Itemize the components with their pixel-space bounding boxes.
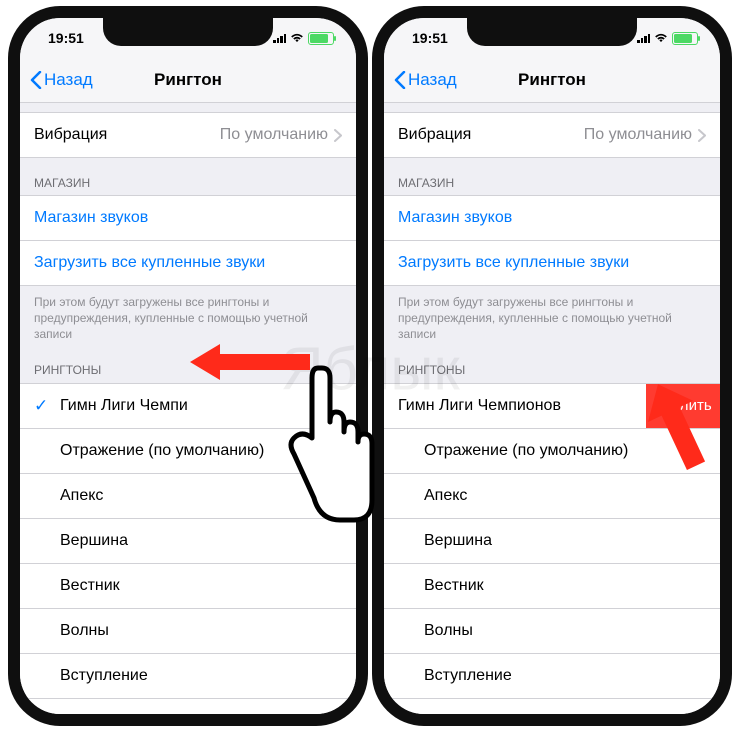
store-footer: При этом будут загружены все рингтоны и … <box>20 286 356 345</box>
ringtone-item[interactable]: Вестник <box>384 564 720 609</box>
nav-bar: Назад Рингтон <box>384 58 720 103</box>
nav-title: Рингтон <box>518 70 586 90</box>
ringtone-item[interactable]: Волны <box>20 609 356 654</box>
phone-right: 19:51 Назад Рингтон Вибрация По умол <box>372 6 732 726</box>
battery-icon <box>308 32 334 45</box>
download-all-link[interactable]: Загрузить все купленные звуки <box>384 240 720 286</box>
status-time: 19:51 <box>412 30 448 46</box>
ringtone-item[interactable]: Вершина <box>384 519 720 564</box>
vibration-row[interactable]: Вибрация По умолчанию <box>20 112 356 158</box>
ringtone-item[interactable]: Апекс <box>384 474 720 519</box>
wifi-icon <box>654 33 668 43</box>
signal-icon <box>273 33 286 43</box>
chevron-left-icon <box>394 71 406 89</box>
notch <box>467 18 637 46</box>
status-time: 19:51 <box>48 30 84 46</box>
wifi-icon <box>290 33 304 43</box>
ringtone-item[interactable]: Вестник <box>20 564 356 609</box>
sounds-store-link[interactable]: Магазин звуков <box>384 195 720 241</box>
ringtone-item[interactable]: Вступление <box>20 654 356 699</box>
battery-icon <box>672 32 698 45</box>
pointing-hand-icon <box>280 360 380 530</box>
back-button[interactable]: Назад <box>30 70 93 90</box>
nav-bar: Назад Рингтон <box>20 58 356 103</box>
delete-arrow-icon <box>642 380 712 470</box>
check-icon: ✓ <box>34 396 48 416</box>
chevron-right-icon <box>698 129 706 142</box>
ringtone-item[interactable]: Вступление <box>384 654 720 699</box>
ringtones-header: РИНГТОНЫ <box>384 345 720 383</box>
sounds-store-link[interactable]: Магазин звуков <box>20 195 356 241</box>
ringtone-item[interactable]: Волны <box>384 609 720 654</box>
notch <box>103 18 273 46</box>
store-footer: При этом будут загружены все рингтоны и … <box>384 286 720 345</box>
vibration-row[interactable]: Вибрация По умолчанию <box>384 112 720 158</box>
chevron-left-icon <box>30 71 42 89</box>
download-all-link[interactable]: Загрузить все купленные звуки <box>20 240 356 286</box>
signal-icon <box>637 33 650 43</box>
back-button[interactable]: Назад <box>394 70 457 90</box>
ringtone-item[interactable]: Грезы <box>20 699 356 714</box>
store-header: МАГАЗИН <box>20 158 356 196</box>
ringtone-item[interactable]: Грезы <box>384 699 720 714</box>
nav-title: Рингтон <box>154 70 222 90</box>
store-header: МАГАЗИН <box>384 158 720 196</box>
chevron-right-icon <box>334 129 342 142</box>
